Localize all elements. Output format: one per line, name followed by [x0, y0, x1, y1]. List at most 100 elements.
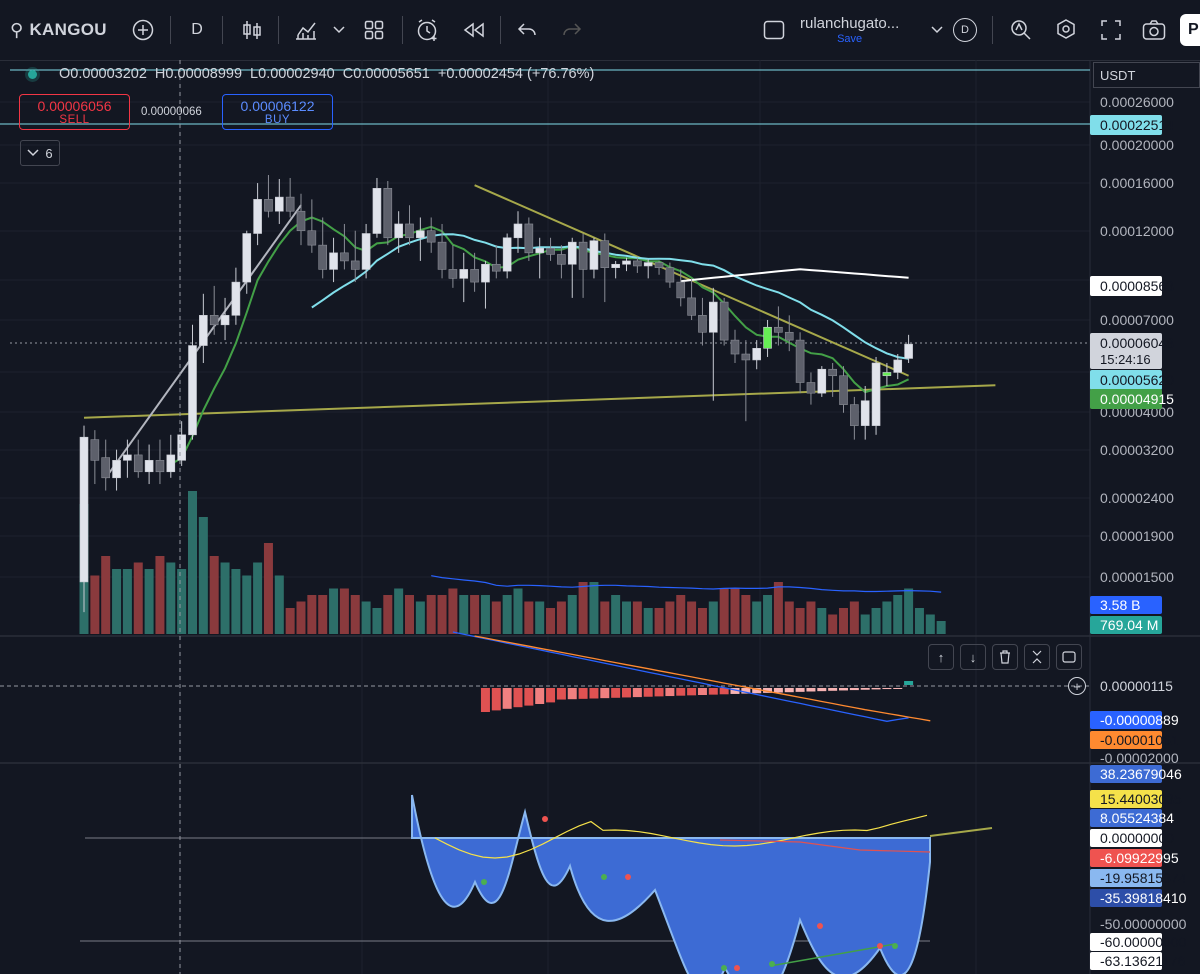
macd-hist-bar [502, 688, 512, 709]
layout-save-status[interactable]: Save [837, 33, 862, 45]
countdown-label: 15:24:16 [1100, 352, 1151, 367]
volume-bar [426, 595, 436, 634]
chevron-down-icon[interactable] [332, 14, 346, 46]
candle-body [437, 241, 447, 270]
volume-bar [318, 595, 328, 634]
volume-label-max: 3.58 B [1100, 597, 1140, 613]
macd-hist-bar [687, 688, 697, 696]
volume-bar [459, 595, 469, 634]
volume-bar [285, 608, 295, 634]
volume-bars [79, 491, 946, 634]
oscillator-pane [80, 794, 993, 974]
candles-icon[interactable] [240, 14, 264, 46]
candle-body [133, 454, 143, 473]
volume-bar [437, 595, 447, 634]
undo-icon[interactable] [515, 14, 539, 46]
delete-pane-icon[interactable] [992, 644, 1018, 670]
camera-icon[interactable] [1141, 14, 1167, 46]
ma-long-line [680, 268, 909, 283]
macd-hist-bar [632, 688, 642, 698]
volume-bar [253, 562, 263, 634]
candle-body [79, 436, 89, 583]
candle-body [361, 233, 371, 270]
osc-pivot-dot [542, 816, 548, 822]
volume-bar [307, 595, 317, 634]
candle-body [698, 315, 707, 333]
volume-bar [665, 601, 675, 634]
candle-body [719, 301, 729, 341]
osc-pivot-dot [601, 874, 607, 880]
interval-button[interactable]: D [185, 14, 209, 46]
osc-label: -6.09922995 [1100, 850, 1179, 866]
candle-body [839, 375, 848, 405]
trendlines [83, 184, 996, 479]
replay-icon[interactable] [461, 14, 487, 46]
currency-selector[interactable]: USDT [1093, 62, 1200, 88]
candle-body [676, 281, 686, 299]
fullscreen-icon[interactable] [1098, 14, 1124, 46]
alert-clock-icon[interactable] [415, 14, 441, 46]
maximize-pane-icon[interactable] [1056, 644, 1082, 670]
sell-button[interactable]: 0.00006056 SELL [19, 94, 130, 130]
volume-bar [166, 562, 176, 634]
volume-bar [133, 562, 143, 634]
osc-pivot-dot [877, 943, 883, 949]
candle-body [784, 331, 794, 341]
buy-button[interactable]: 0.00006122 BUY [222, 94, 333, 130]
layouts-grid-icon[interactable] [362, 14, 386, 46]
volume-bar [784, 601, 794, 634]
axis-tick-label: 0.00026000 [1100, 94, 1174, 110]
layout-chevron-icon[interactable] [930, 14, 944, 46]
collapse-pane-icon[interactable] [1024, 644, 1050, 670]
candle-body [253, 199, 262, 234]
candle-body [144, 460, 154, 473]
candle-body [546, 247, 555, 255]
settings-gear-icon[interactable] [1053, 14, 1079, 46]
legend-low: 0.00002940 [258, 66, 335, 82]
pane-controls: ↑ ↓ [928, 644, 1082, 670]
macd-hist-bar [491, 688, 501, 711]
publish-button[interactable]: P [1180, 14, 1200, 46]
candle-body [372, 188, 382, 234]
redo-icon[interactable] [560, 14, 584, 46]
candle-body [871, 362, 881, 426]
axis-tick-label: 0.00002400 [1100, 490, 1174, 506]
macd-hist-bar [784, 688, 794, 693]
volume-bar [383, 595, 393, 634]
osc-label: -19.95815374 [1100, 870, 1187, 886]
compare-plus-icon[interactable] [130, 14, 156, 46]
spread-value: 0.00000066 [141, 106, 202, 118]
move-pane-up-icon[interactable]: ↑ [928, 644, 954, 670]
macd-label-blue: -0.00000889 [1100, 712, 1179, 728]
quick-search-icon[interactable] [1008, 14, 1034, 46]
volume-bar [752, 601, 762, 634]
candle-body [285, 196, 295, 212]
volume-bar [144, 569, 154, 634]
chart-grid [0, 60, 1090, 974]
volume-ma [431, 575, 942, 593]
osc-pivot-dot [817, 923, 823, 929]
layout-name[interactable]: rulanchugato... Save [800, 12, 899, 48]
candle-body [611, 263, 620, 268]
candle-body [318, 244, 328, 270]
volume-bar [350, 595, 360, 634]
osc-label: -35.39818410 [1100, 890, 1187, 906]
add-line-plus-icon[interactable]: + [1068, 677, 1086, 695]
chart-area[interactable]: 0.00026000 0.00020000 0.00016000 0.00012000… [0, 60, 1200, 974]
ohlc-legend: O0.00003202 H0.00008999 L0.00002940 C0.0… [28, 66, 598, 82]
axis-label-ma-fast: 0.00005620 [1100, 372, 1174, 388]
layout-badge[interactable]: D [953, 14, 977, 46]
legend-close: 0.00005651 [353, 66, 430, 82]
indicators-icon[interactable] [293, 14, 319, 46]
move-pane-down-icon[interactable]: ↓ [960, 644, 986, 670]
osc-pivot-dot [769, 961, 775, 967]
indicator-collapse-toggle[interactable]: 6 [20, 140, 60, 166]
sell-price: 0.00006056 [37, 98, 112, 114]
candle-body [860, 400, 870, 426]
layout-checkbox-icon[interactable] [762, 14, 786, 46]
volume-bar [654, 608, 664, 634]
candle-body [850, 404, 859, 426]
macd-hist-bar [676, 688, 686, 696]
volume-bar [914, 608, 924, 634]
symbol-search[interactable]: ⚲ KANGOU [10, 14, 107, 46]
